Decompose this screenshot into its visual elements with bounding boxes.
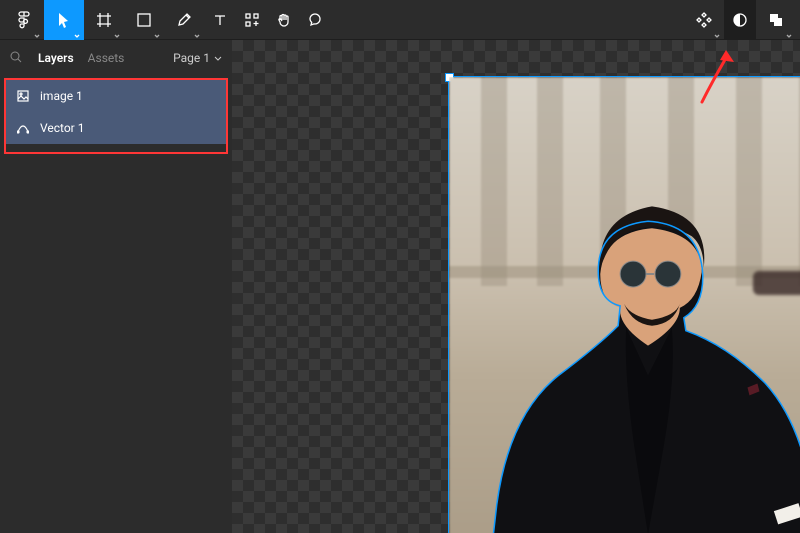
layer-row[interactable]: Vector 1 <box>6 112 226 144</box>
frame-tool-button[interactable] <box>84 0 124 40</box>
search-icon[interactable] <box>10 51 22 66</box>
hand-tool-button[interactable] <box>268 0 300 40</box>
image-icon <box>16 89 30 103</box>
canvas[interactable] <box>232 40 800 533</box>
sidebar-tabs: Layers Assets Page 1 <box>0 40 232 76</box>
person-cutout <box>449 77 800 533</box>
layer-name: image 1 <box>40 89 83 103</box>
shape-tool-button[interactable] <box>124 0 164 40</box>
selected-frame[interactable] <box>448 76 800 533</box>
layer-name: Vector 1 <box>40 121 84 135</box>
resources-button[interactable] <box>236 0 268 40</box>
tab-layers[interactable]: Layers <box>38 51 74 65</box>
top-toolbar <box>0 0 800 40</box>
mask-button[interactable] <box>724 0 756 40</box>
figma-menu-button[interactable] <box>4 0 44 40</box>
components-button[interactable] <box>684 0 724 40</box>
tab-assets[interactable]: Assets <box>88 51 125 65</box>
page-label: Page 1 <box>173 51 210 65</box>
move-tool-button[interactable] <box>44 0 84 40</box>
vector-icon <box>16 121 30 135</box>
text-tool-button[interactable] <box>204 0 236 40</box>
pen-tool-button[interactable] <box>164 0 204 40</box>
layer-row[interactable]: image 1 <box>6 80 226 112</box>
page-selector[interactable]: Page 1 <box>173 51 222 65</box>
image-content <box>449 77 800 533</box>
layers-panel: image 1 Vector 1 <box>4 78 228 154</box>
left-sidebar: Layers Assets Page 1 image 1 <box>0 40 232 533</box>
boolean-ops-button[interactable] <box>756 0 796 40</box>
comment-tool-button[interactable] <box>300 0 332 40</box>
